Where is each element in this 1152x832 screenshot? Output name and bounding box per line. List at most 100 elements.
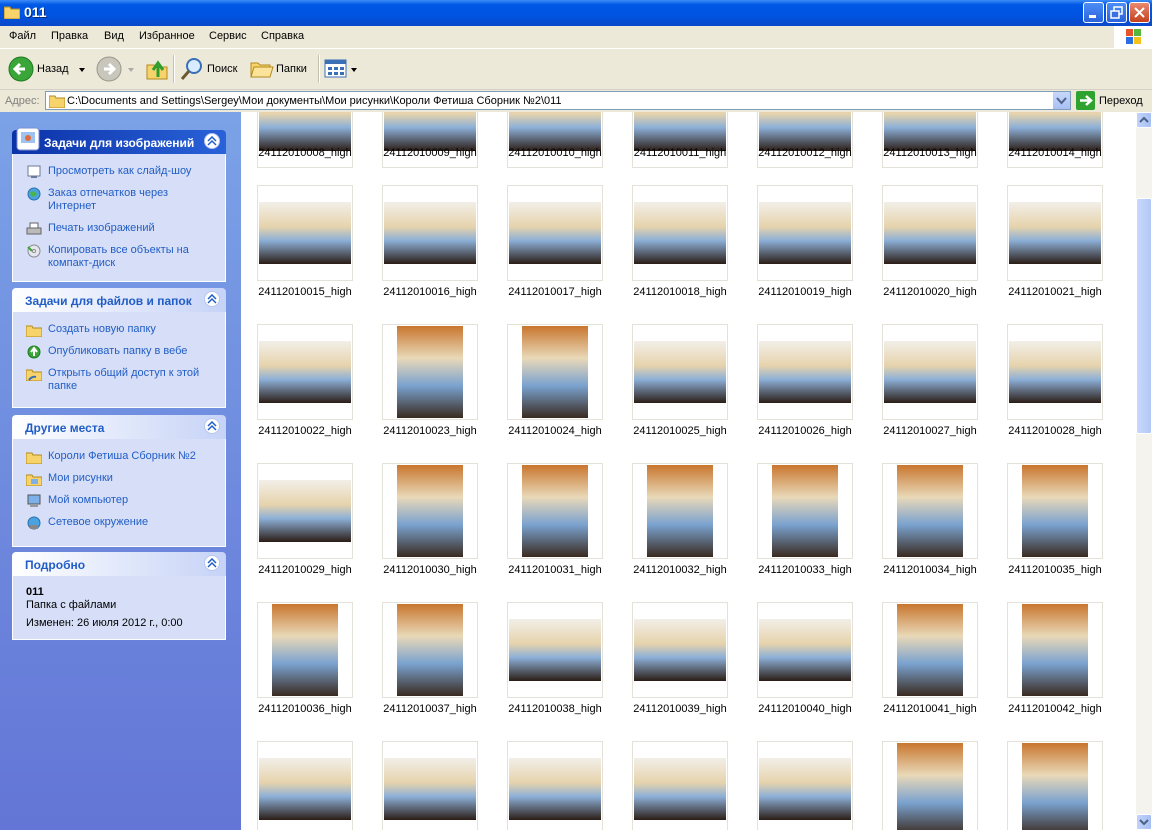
details-header[interactable]: Подробно	[12, 552, 226, 576]
thumbnail[interactable]	[757, 741, 853, 830]
collapse-button[interactable]	[204, 291, 220, 307]
thumbnail[interactable]	[507, 463, 603, 559]
thumbnail-caption[interactable]: 24112010027_high	[865, 425, 995, 437]
views-button[interactable]	[323, 53, 359, 85]
thumbnail[interactable]	[382, 602, 478, 698]
thumbnail-caption[interactable]: 24112010030_high	[365, 564, 495, 576]
thumbnail[interactable]	[757, 602, 853, 698]
thumbnail[interactable]	[882, 185, 978, 281]
thumbnail-caption[interactable]: 24112010035_high	[990, 564, 1120, 576]
menu-view[interactable]: Вид	[104, 30, 124, 42]
thumbnail[interactable]	[1007, 185, 1103, 281]
thumbnail-caption[interactable]: 24112010034_high	[865, 564, 995, 576]
thumbnail[interactable]	[632, 741, 728, 830]
image-tasks-header[interactable]: Задачи для изображений	[12, 127, 226, 154]
go-button[interactable]	[1076, 91, 1095, 110]
thumbnail[interactable]	[382, 185, 478, 281]
thumbnail[interactable]	[1007, 112, 1103, 168]
thumbnail[interactable]	[507, 741, 603, 830]
thumbnail[interactable]	[632, 463, 728, 559]
up-folder-button[interactable]	[144, 53, 170, 85]
menu-edit[interactable]: Правка	[51, 30, 88, 42]
thumbnail-caption[interactable]: 24112010025_high	[615, 425, 745, 437]
thumbnail[interactable]	[632, 324, 728, 420]
thumbnail-caption[interactable]: 24112010037_high	[365, 703, 495, 715]
thumbnail[interactable]	[257, 463, 353, 559]
thumbnail[interactable]	[382, 112, 478, 168]
menu-file[interactable]: Файл	[9, 30, 36, 42]
other-places-header[interactable]: Другие места	[12, 415, 226, 439]
thumbnail[interactable]	[507, 324, 603, 420]
thumbnail[interactable]	[382, 741, 478, 830]
thumbnail[interactable]	[882, 602, 978, 698]
thumbnail-caption[interactable]: 24112010013_high	[865, 147, 995, 159]
thumbnail-caption[interactable]: 24112010038_high	[490, 703, 620, 715]
thumbnail-caption[interactable]: 24112010016_high	[365, 286, 495, 298]
vertical-scrollbar[interactable]	[1136, 112, 1152, 830]
collapse-button[interactable]	[204, 133, 220, 149]
thumbnail[interactable]	[632, 112, 728, 168]
task-copy-to-cd[interactable]: Копировать все объекты на компакт-диск	[13, 242, 225, 273]
address-field[interactable]: C:\Documents and Settings\Sergey\Мои док…	[45, 91, 1071, 110]
go-label[interactable]: Переход	[1099, 95, 1143, 107]
collapse-button[interactable]	[204, 555, 220, 571]
thumbnail-caption[interactable]: 24112010011_high	[615, 147, 745, 159]
thumbnail-caption[interactable]: 24112010022_high	[241, 425, 370, 437]
scroll-thumb[interactable]	[1136, 198, 1152, 434]
thumbnail-caption[interactable]: 24112010021_high	[990, 286, 1120, 298]
thumbnail[interactable]	[257, 324, 353, 420]
thumbnail[interactable]	[257, 185, 353, 281]
file-tasks-header[interactable]: Задачи для файлов и папок	[12, 288, 226, 312]
thumbnail[interactable]	[257, 602, 353, 698]
thumbnail-caption[interactable]: 24112010012_high	[740, 147, 870, 159]
task-print[interactable]: Печать изображений	[13, 220, 225, 238]
thumbnail[interactable]	[757, 324, 853, 420]
task-order-prints[interactable]: Заказ отпечатков через Интернет	[13, 185, 225, 216]
thumbnail[interactable]	[757, 463, 853, 559]
thumbnail-caption[interactable]: 24112010041_high	[865, 703, 995, 715]
thumbnail[interactable]	[382, 324, 478, 420]
thumbnail[interactable]	[882, 324, 978, 420]
thumbnail-caption[interactable]: 24112010039_high	[615, 703, 745, 715]
thumbnail[interactable]	[507, 185, 603, 281]
thumbnail-caption[interactable]: 24112010033_high	[740, 564, 870, 576]
thumbnail[interactable]	[1007, 463, 1103, 559]
place-my-pictures[interactable]: Мои рисунки	[13, 470, 225, 488]
place-my-computer[interactable]: Мой компьютер	[13, 492, 225, 510]
thumbnail-caption[interactable]: 24112010020_high	[865, 286, 995, 298]
folders-button[interactable]: Папки	[248, 53, 312, 85]
thumbnail[interactable]	[882, 463, 978, 559]
scroll-down-button[interactable]	[1136, 814, 1152, 830]
thumbnail-caption[interactable]: 24112010028_high	[990, 425, 1120, 437]
thumbnail-caption[interactable]: 24112010036_high	[241, 703, 370, 715]
thumbnail-caption[interactable]: 24112010018_high	[615, 286, 745, 298]
thumbnail[interactable]	[632, 185, 728, 281]
task-share-folder[interactable]: Открыть общий доступ к этой папке	[13, 365, 225, 396]
thumbnail[interactable]	[382, 463, 478, 559]
thumbnail[interactable]	[507, 602, 603, 698]
thumbnail[interactable]	[1007, 324, 1103, 420]
thumbnail-caption[interactable]: 24112010032_high	[615, 564, 745, 576]
thumbnail-caption[interactable]: 24112010014_high	[990, 147, 1120, 159]
thumbnail-view[interactable]: 24112010008_high 24112010009_high 24112010…	[241, 112, 1136, 830]
forward-button[interactable]	[94, 53, 136, 85]
thumbnail-caption[interactable]: 24112010010_high	[490, 147, 620, 159]
thumbnail-caption[interactable]: 24112010042_high	[990, 703, 1120, 715]
place-parent-folder[interactable]: Короли Фетиша Сборник №2	[13, 448, 225, 466]
task-new-folder[interactable]: Создать новую папку	[13, 321, 225, 339]
thumbnail[interactable]	[882, 741, 978, 830]
task-publish-web[interactable]: Опубликовать папку в вебе	[13, 343, 225, 361]
close-button[interactable]	[1129, 2, 1150, 23]
thumbnail[interactable]	[1007, 741, 1103, 830]
thumbnail[interactable]	[757, 112, 853, 168]
search-button[interactable]: Поиск	[178, 53, 242, 85]
menu-help[interactable]: Справка	[261, 30, 304, 42]
thumbnail-caption[interactable]: 24112010024_high	[490, 425, 620, 437]
thumbnail-caption[interactable]: 24112010008_high	[241, 147, 370, 159]
thumbnail[interactable]	[632, 602, 728, 698]
thumbnail-caption[interactable]: 24112010031_high	[490, 564, 620, 576]
thumbnail-caption[interactable]: 24112010026_high	[740, 425, 870, 437]
task-slideshow[interactable]: Просмотреть как слайд-шоу	[13, 163, 225, 181]
thumbnail-caption[interactable]: 24112010029_high	[241, 564, 370, 576]
thumbnail[interactable]	[257, 741, 353, 830]
